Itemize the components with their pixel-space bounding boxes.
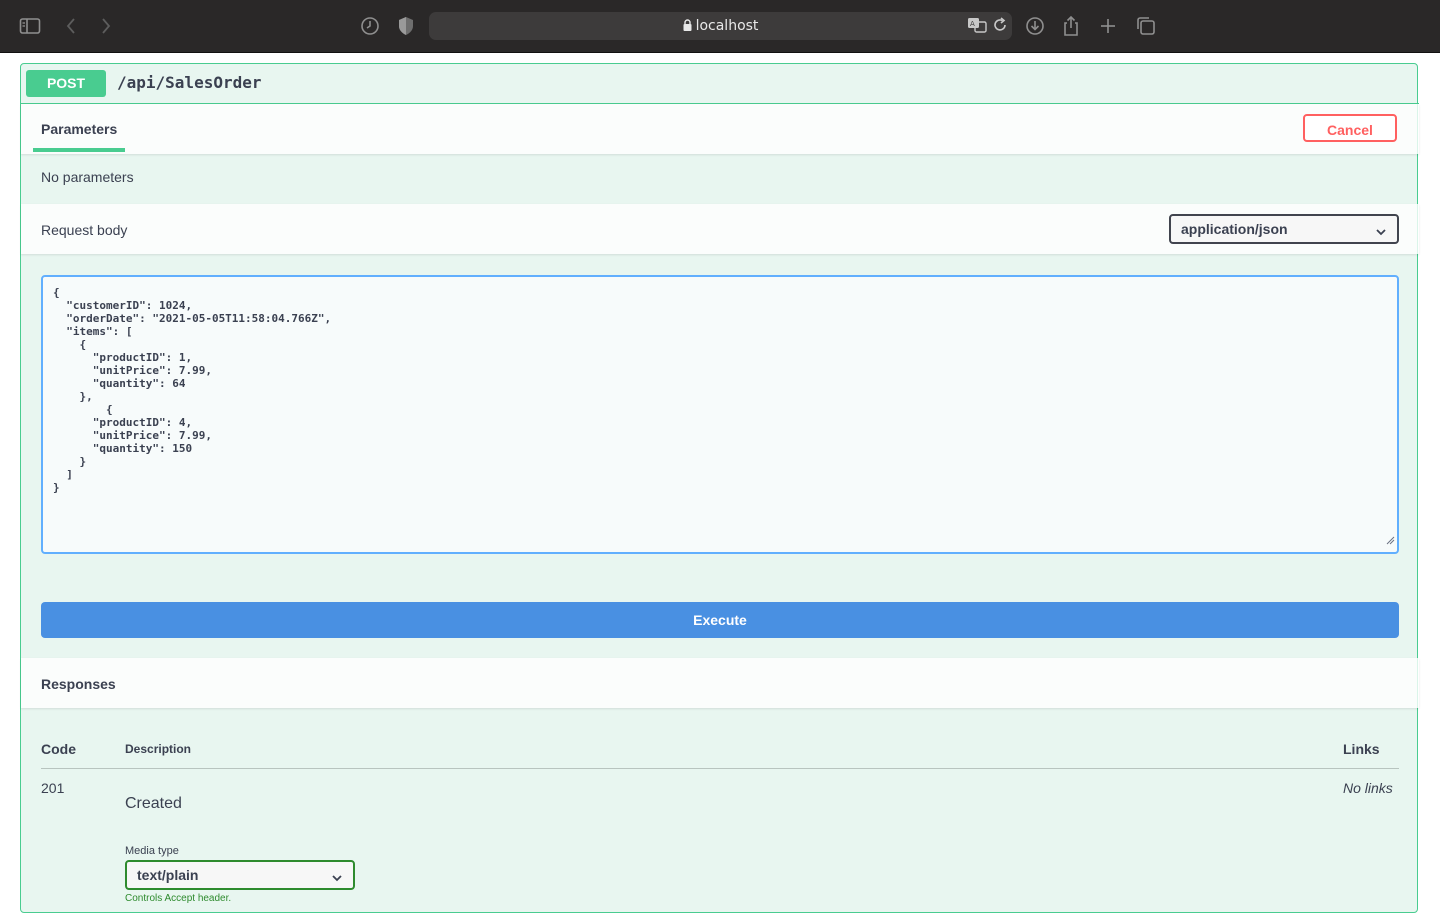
content-type-value: application/json — [1181, 221, 1288, 237]
share-icon[interactable] — [1059, 14, 1083, 38]
content-type-select[interactable]: application/json — [1169, 214, 1399, 244]
request-body-header: Request body application/json — [21, 204, 1419, 254]
address-bar[interactable]: localhost A — [429, 12, 1012, 40]
column-header-description: Description — [125, 742, 192, 756]
forward-icon[interactable] — [94, 14, 118, 38]
media-type-value: text/plain — [137, 867, 199, 883]
no-parameters-text: No parameters — [41, 169, 134, 185]
tab-parameters[interactable]: Parameters — [41, 121, 117, 137]
new-tab-icon[interactable] — [1096, 14, 1120, 38]
operation-block: POST /api/SalesOrder Parameters Cancel N… — [20, 63, 1419, 913]
media-type-label: Media type — [125, 845, 179, 857]
sidebar-icon[interactable] — [18, 14, 42, 38]
reload-icon[interactable] — [992, 17, 1008, 38]
response-code: 201 — [41, 780, 65, 796]
controls-accept-note: Controls Accept header. — [125, 893, 232, 904]
tab-overview-icon[interactable] — [1134, 14, 1158, 38]
column-header-code: Code — [41, 741, 76, 757]
history-icon[interactable] — [358, 14, 382, 38]
translate-icon[interactable]: A — [967, 17, 987, 38]
svg-text:A: A — [970, 20, 975, 28]
download-icon[interactable] — [1023, 14, 1047, 38]
responses-header: Responses — [21, 658, 1419, 708]
endpoint-path: /api/SalesOrder — [117, 73, 262, 92]
chevron-down-icon — [331, 870, 343, 886]
request-body-json: { "customerID": 1024, "orderDate": "2021… — [53, 286, 332, 494]
tab-active-indicator — [33, 148, 125, 152]
response-links: No links — [1343, 780, 1393, 796]
lock-icon — [683, 19, 692, 35]
chevron-down-icon — [1375, 224, 1387, 240]
responses-title: Responses — [41, 676, 116, 692]
privacy-shield-icon[interactable] — [394, 14, 418, 38]
column-header-links: Links — [1343, 741, 1380, 757]
cancel-button[interactable]: Cancel — [1303, 114, 1397, 142]
url-text: localhost — [695, 18, 759, 34]
method-badge: POST — [26, 70, 106, 97]
parameters-header: Parameters Cancel — [21, 104, 1419, 154]
operation-summary[interactable]: POST /api/SalesOrder — [21, 64, 1419, 104]
browser-toolbar: localhost A — [0, 0, 1440, 53]
response-description: Created — [125, 795, 182, 812]
execute-button[interactable]: Execute — [41, 602, 1399, 638]
resize-grip-icon[interactable] — [1386, 532, 1395, 550]
back-icon[interactable] — [59, 14, 83, 38]
response-media-type-select[interactable]: text/plain — [125, 860, 355, 890]
request-body-label: Request body — [41, 222, 128, 238]
request-body-editor[interactable]: { "customerID": 1024, "orderDate": "2021… — [41, 275, 1399, 554]
table-header-divider — [41, 768, 1399, 769]
